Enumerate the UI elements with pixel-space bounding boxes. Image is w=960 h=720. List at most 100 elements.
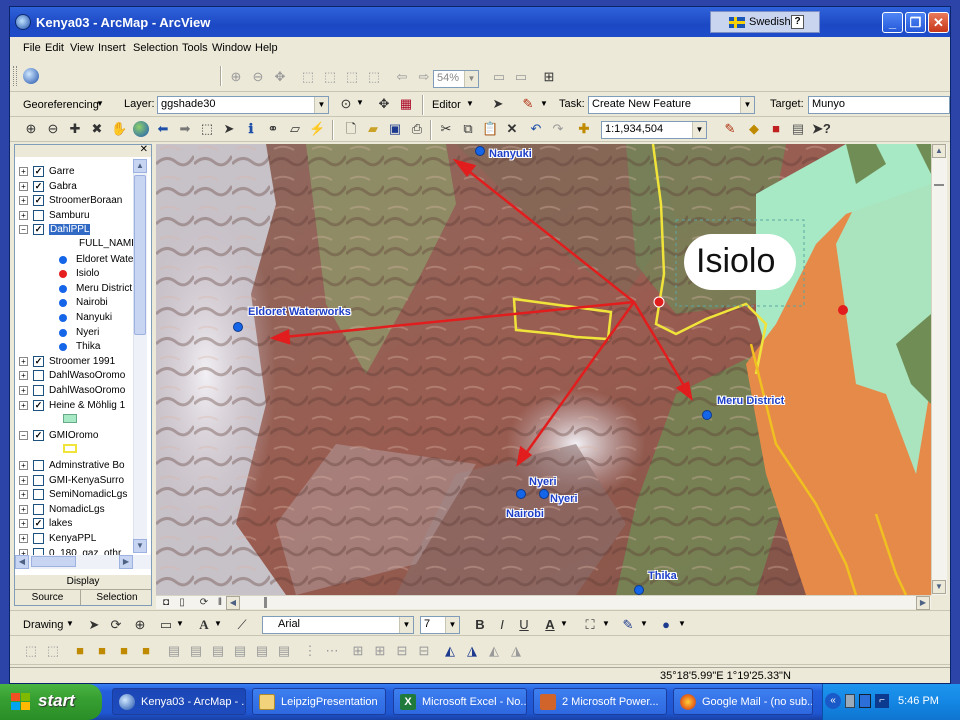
minimize-button[interactable]: _	[882, 12, 903, 33]
flip-vertical-icon[interactable]: ◮	[508, 643, 524, 659]
editor-toolbar-icon[interactable]: ✎	[722, 121, 738, 137]
flip-horizontal-icon[interactable]: ◭	[486, 643, 502, 659]
layer-dropdown[interactable]: ggshade30 ▼	[157, 96, 329, 114]
collapse-icon[interactable]: −	[19, 430, 28, 440]
layer-name[interactable]: NomadicLgs	[49, 504, 105, 515]
network-icon[interactable]	[845, 694, 855, 708]
zoom-whole-page-icon[interactable]: ⬚	[344, 69, 360, 85]
send-backward-icon[interactable]: ■	[138, 643, 154, 659]
layer-visibility-checkbox[interactable]: ✓	[33, 180, 44, 192]
task-excel[interactable]: X Microsoft Excel - No...	[393, 688, 527, 715]
full-extent-globe-icon[interactable]	[133, 121, 149, 137]
underline-button[interactable]: U	[516, 617, 532, 633]
make-same-width-icon[interactable]: ⊟	[394, 643, 410, 659]
layer-name[interactable]: DahlPPL	[49, 224, 91, 236]
chevron-down-icon[interactable]: ▼	[214, 619, 222, 628]
copy-icon[interactable]: ⧉	[460, 121, 476, 137]
layer-name[interactable]: SemiNomadicLgs	[49, 489, 127, 500]
arcmap-app-icon[interactable]	[15, 14, 31, 30]
layer-name[interactable]: Gabra	[49, 181, 77, 192]
bring-to-front-icon[interactable]: ■	[72, 643, 88, 659]
focus-frame-icon[interactable]: ▭	[513, 69, 529, 85]
rectangle-icon[interactable]: ▭	[158, 617, 174, 633]
layer-visibility-checkbox[interactable]	[33, 489, 44, 501]
make-same-height-icon[interactable]: ⊟	[416, 643, 432, 659]
data-view-icon[interactable]: ◘	[158, 595, 174, 611]
place-marker-meru[interactable]	[702, 410, 712, 420]
menu-tools[interactable]: Tools	[182, 42, 208, 54]
language-bar[interactable]: Swedish ?	[710, 11, 820, 33]
layer-visibility-checkbox[interactable]	[33, 370, 44, 382]
new-document-icon[interactable]: 🗋	[343, 121, 359, 137]
layer-name[interactable]: KenyaPPL	[49, 533, 96, 544]
make-same-size-icon[interactable]: ⊞	[350, 643, 366, 659]
expand-icon[interactable]: +	[19, 519, 28, 529]
zoom-in-icon[interactable]: ⊕	[23, 121, 39, 137]
scroll-thumb[interactable]	[31, 556, 76, 567]
align-bottom-icon[interactable]: ▤	[276, 643, 292, 659]
chevron-down-icon[interactable]: ▼	[176, 619, 184, 628]
distribute-horizontal-icon[interactable]: ⋮	[302, 643, 318, 659]
measure-icon[interactable]: ⏥	[287, 121, 303, 137]
chevron-down-icon[interactable]: ▼	[560, 619, 568, 628]
map-vertical-scrollbar[interactable]: ▲ ▼	[931, 144, 947, 595]
layer-row[interactable]: + ✓ lakes	[19, 517, 134, 531]
layer-visibility-checkbox[interactable]: ✓	[33, 355, 44, 367]
bring-forward-icon[interactable]: ■	[116, 643, 132, 659]
change-layout-icon[interactable]: ⊞	[541, 69, 557, 85]
next-extent-icon[interactable]: ⇨	[416, 69, 432, 85]
menu-file[interactable]: File	[23, 42, 41, 54]
chevron-down-icon[interactable]: ▼	[356, 98, 364, 107]
zoom-out-icon[interactable]: ⊖	[45, 121, 61, 137]
hyperlink-icon[interactable]: ⚡	[309, 121, 325, 137]
layer-row[interactable]: + ✓ Gabra	[19, 180, 134, 194]
back-arrow-icon[interactable]: ⬅	[155, 121, 171, 137]
chevron-down-icon[interactable]: ▼	[540, 99, 548, 108]
rotate-right-icon[interactable]: ◮	[464, 643, 480, 659]
scroll-thumb[interactable]	[934, 184, 944, 186]
tab-selection[interactable]: Selection	[83, 590, 151, 605]
font-color-button[interactable]: A	[542, 617, 558, 633]
scroll-right-icon[interactable]: ▶	[916, 596, 930, 610]
toc-hscrollbar[interactable]: ◀ ▶	[15, 555, 151, 569]
scroll-down-icon[interactable]: ▼	[932, 580, 946, 594]
layer-row[interactable]: + SemiNomadicLgs	[19, 488, 134, 502]
isiolo-callout[interactable]: Isiolo	[686, 236, 794, 288]
place-marker-thika[interactable]	[634, 585, 644, 595]
task-google-mail[interactable]: Google Mail - (no sub...	[673, 688, 813, 715]
expand-icon[interactable]: +	[19, 490, 28, 500]
fixed-zoom-icon[interactable]: ⬚	[322, 69, 338, 85]
expand-icon[interactable]: +	[19, 371, 28, 381]
volume-icon[interactable]	[859, 694, 871, 708]
layer-row[interactable]: − ✓ DahlPPL	[19, 223, 134, 237]
whats-this-help-icon[interactable]: ➤?	[812, 121, 831, 137]
distribute-vertical-icon[interactable]: ⋯	[324, 643, 340, 659]
delete-icon[interactable]: ✕	[504, 121, 520, 137]
toolbox-icon[interactable]: ■	[768, 121, 784, 137]
layer-row[interactable]: + ✓ Heine & Möhlig 1	[19, 399, 134, 413]
rotate-left-icon[interactable]: ◭	[442, 643, 458, 659]
layer-name[interactable]: StroomerBoraan	[49, 195, 122, 206]
expand-icon[interactable]: +	[19, 504, 28, 514]
align-left-icon[interactable]: ▤	[166, 643, 182, 659]
chevron-down-icon[interactable]: ▼	[640, 619, 648, 628]
target-dropdown[interactable]: Munyo	[808, 96, 950, 114]
chevron-down-icon[interactable]: ▼	[66, 619, 74, 628]
font-size-dropdown[interactable]: 7 ▼	[420, 616, 460, 634]
toggle-draft-icon[interactable]: ▭	[491, 69, 507, 85]
menu-selection[interactable]: Selection	[133, 42, 178, 54]
expand-icon[interactable]: +	[19, 386, 28, 395]
place-marker-eldoret[interactable]	[233, 322, 243, 332]
scroll-left-icon[interactable]: ◀	[226, 596, 240, 610]
chevron-down-icon[interactable]: ▼	[678, 619, 686, 628]
map-canvas[interactable]	[156, 144, 931, 595]
fixed-zoom-out-icon[interactable]: ✖	[89, 121, 105, 137]
layer-name[interactable]: Samburu	[49, 210, 90, 221]
tab-source[interactable]: Source	[15, 590, 81, 605]
add-data-icon[interactable]: ✚	[576, 121, 592, 137]
find-binoculars-icon[interactable]: ⚭	[265, 121, 281, 137]
expand-icon[interactable]: +	[19, 196, 28, 206]
align-center-icon[interactable]: ▤	[188, 643, 204, 659]
close-icon[interactable]: ✕	[140, 144, 148, 155]
layer-visibility-checkbox[interactable]	[33, 385, 44, 396]
